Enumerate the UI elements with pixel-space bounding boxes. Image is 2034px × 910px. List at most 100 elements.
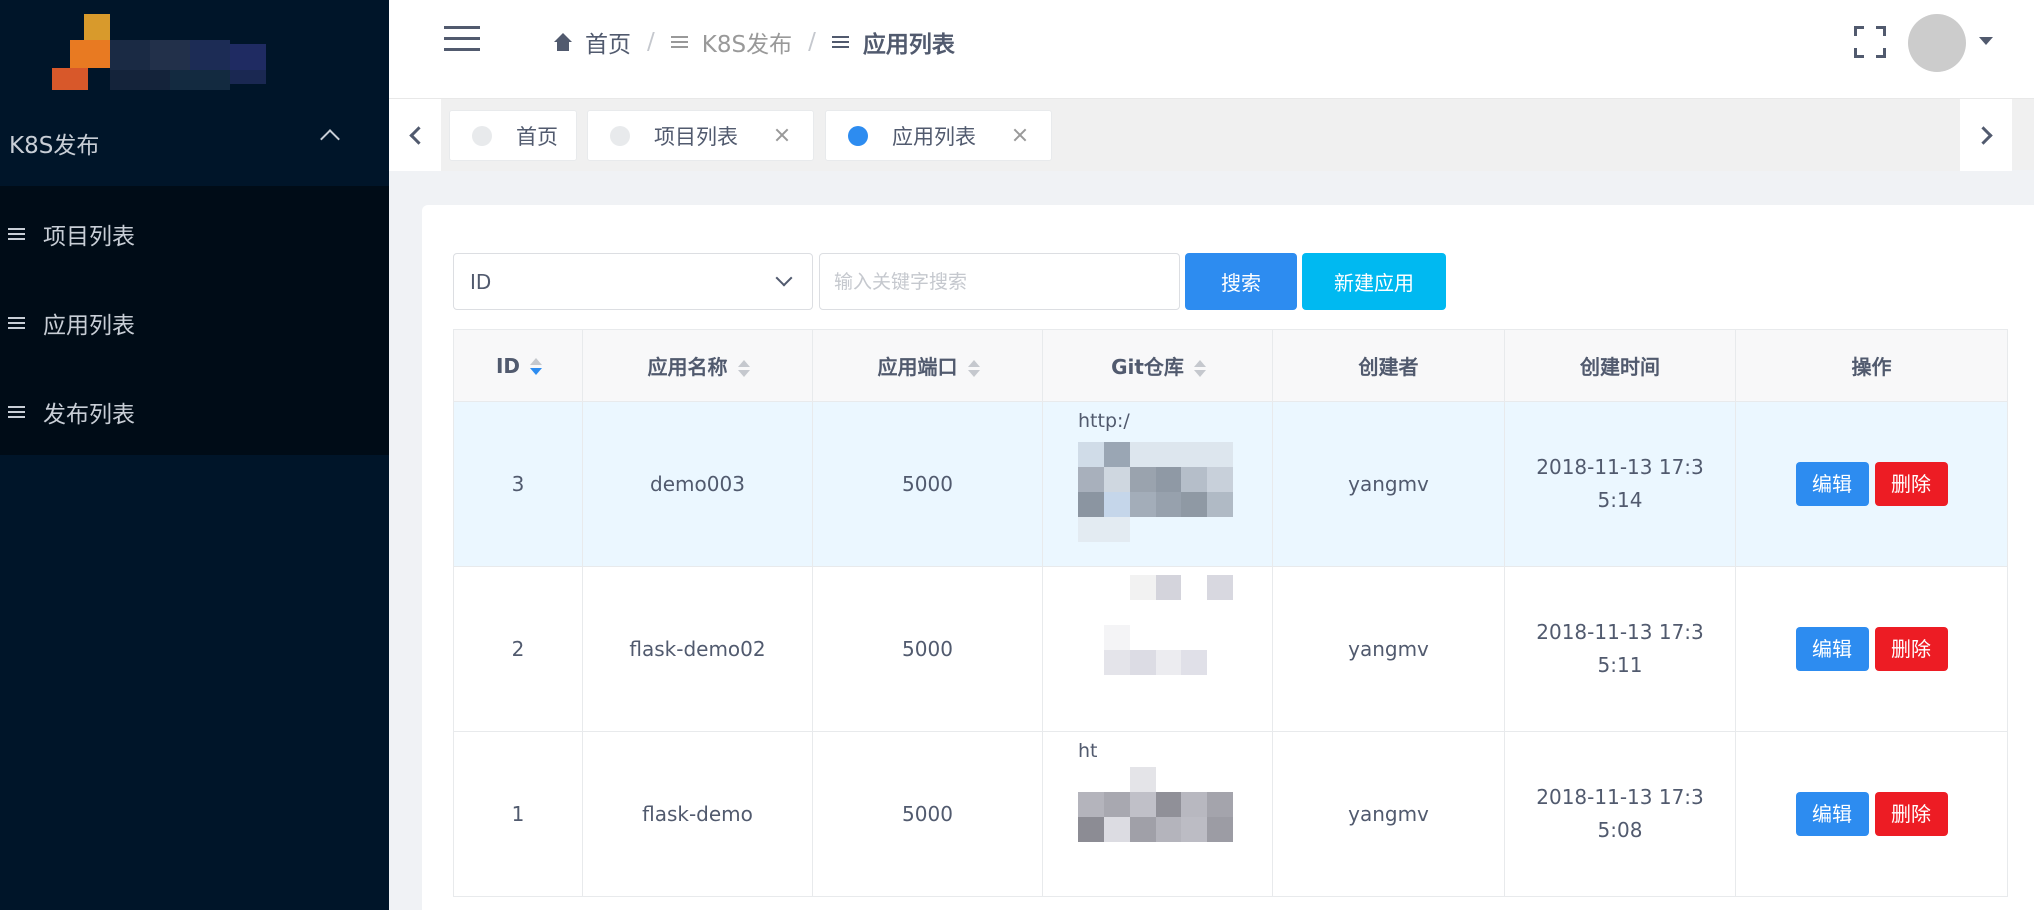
tag-dot-icon (610, 125, 630, 146)
sidebar-item-projects[interactable]: 项目列表 (0, 189, 389, 278)
delete-button[interactable]: 删除 (1874, 627, 1948, 671)
sort-icon[interactable] (737, 359, 750, 379)
tags-scroll: 首页 项目列表 应用列表 (441, 99, 1960, 171)
sort-icon[interactable] (530, 357, 543, 377)
select-value: ID (470, 269, 492, 294)
cell-id: 1 (453, 731, 583, 897)
cell-name: flask-demo (582, 731, 813, 897)
col-header-port[interactable]: 应用端口 (812, 329, 1043, 402)
cell-creator: yangmv (1272, 731, 1505, 897)
search-field-select[interactable]: ID (453, 253, 813, 310)
table-row: 2 flask-demo02 5000 htt yangmv 2018-11-1… (453, 566, 2008, 732)
tags-bar: 首页 项目列表 应用列表 (389, 98, 2034, 171)
git-url: ht (1078, 740, 1098, 762)
tag-home[interactable]: 首页 (449, 110, 577, 161)
edit-button[interactable]: 编辑 (1795, 627, 1869, 671)
col-header-id[interactable]: ID (453, 329, 583, 402)
bars-icon (8, 227, 25, 240)
tag-apps[interactable]: 应用列表 (825, 110, 1052, 161)
cell-id: 2 (453, 566, 583, 732)
cell-creator: yangmv (1272, 401, 1505, 567)
breadcrumb-home[interactable]: 首页 (585, 25, 631, 59)
header: 首页 / K8S发布 / 应用列表 (389, 0, 2034, 98)
git-url: http:/ (1078, 410, 1130, 432)
cell-name: demo003 (582, 401, 813, 567)
breadcrumb-separator: / (808, 29, 816, 55)
delete-button[interactable]: 删除 (1874, 792, 1948, 836)
search-input[interactable] (819, 253, 1180, 310)
cell-name: flask-demo02 (582, 566, 813, 732)
cell-git: htt (1042, 566, 1273, 732)
redacted-mosaic (1078, 767, 1233, 867)
tag-label: 首页 (516, 124, 558, 149)
cell-created: 2018-11-13 17:3 5:14 (1504, 401, 1736, 567)
sidebar-item-releases[interactable]: 发布列表 (0, 367, 389, 456)
bars-icon (831, 36, 849, 48)
chevron-left-icon (408, 125, 428, 145)
breadcrumb: 首页 / K8S发布 / 应用列表 (553, 24, 955, 60)
caret-down-icon[interactable] (1979, 37, 1993, 45)
submenu: 项目列表 应用列表 发布列表 (0, 186, 389, 455)
col-header-creator: 创建者 (1272, 329, 1505, 402)
breadcrumb-k8s: K8S发布 (701, 32, 793, 58)
menu-group-k8s[interactable]: K8S发布 (0, 100, 389, 186)
cell-port: 5000 (812, 731, 1043, 897)
redacted-mosaic (1078, 442, 1233, 542)
edit-button[interactable]: 编辑 (1795, 462, 1869, 506)
menu-group-label: K8S发布 (9, 133, 100, 159)
cell-id: 3 (453, 401, 583, 567)
home-icon (553, 33, 573, 51)
cell-port: 5000 (812, 401, 1043, 567)
chevron-right-icon (1973, 125, 1993, 145)
tags-prev-button[interactable] (389, 99, 441, 171)
cell-creator: yangmv (1272, 566, 1505, 732)
col-header-actions: 操作 (1735, 329, 2008, 402)
search-button[interactable]: 搜索 (1185, 253, 1297, 310)
bars-icon (8, 316, 25, 329)
table-row: 1 flask-demo 5000 ht yangmv 2018-11-13 1… (453, 731, 2008, 897)
cell-actions: 编辑 删除 (1735, 566, 2008, 732)
chevron-up-icon (320, 129, 340, 149)
col-header-git[interactable]: Git仓库 (1042, 329, 1273, 402)
cell-git: ht (1042, 731, 1273, 897)
cell-created: 2018-11-13 17:3 5:08 (1504, 731, 1736, 897)
cell-git: http:/ (1042, 401, 1273, 567)
col-header-created: 创建时间 (1504, 329, 1736, 402)
sidebar-item-label: 项目列表 (43, 223, 135, 250)
table-header-row: ID 应用名称 应用端口 Git仓库 创建者 创建时间 操作 (453, 329, 2008, 402)
sidebar: K8S发布 项目列表 应用列表 发布列表 (0, 0, 389, 910)
logo (44, 10, 294, 90)
col-header-name[interactable]: 应用名称 (582, 329, 813, 402)
sort-icon[interactable] (1193, 359, 1206, 379)
tags-next-button[interactable] (1960, 99, 2012, 171)
close-icon[interactable] (773, 126, 791, 144)
cell-actions: 编辑 删除 (1735, 731, 2008, 897)
fullscreen-icon[interactable] (1854, 26, 1886, 58)
sidebar-item-label: 应用列表 (43, 312, 135, 339)
edit-button[interactable]: 编辑 (1795, 792, 1869, 836)
chevron-down-icon (775, 269, 793, 287)
tag-dot-icon (472, 125, 492, 146)
breadcrumb-separator: / (647, 29, 655, 55)
redacted-mosaic (1078, 575, 1233, 675)
delete-button[interactable]: 删除 (1874, 462, 1948, 506)
avatar[interactable] (1908, 14, 1966, 72)
bars-icon (8, 405, 25, 418)
table-row: 3 demo003 5000 http:/ yangmv 2018-11-13 … (453, 401, 2008, 567)
tag-projects[interactable]: 项目列表 (587, 110, 814, 161)
sidebar-item-apps[interactable]: 应用列表 (0, 278, 389, 367)
bars-icon (670, 36, 688, 48)
sidebar-item-label: 发布列表 (43, 401, 135, 428)
apps-table: ID 应用名称 应用端口 Git仓库 创建者 创建时间 操作 3 demo003… (453, 329, 2008, 897)
cell-port: 5000 (812, 566, 1043, 732)
cell-created: 2018-11-13 17:3 5:11 (1504, 566, 1736, 732)
sort-icon[interactable] (967, 359, 980, 379)
tag-label: 应用列表 (892, 124, 976, 149)
new-app-button[interactable]: 新建应用 (1302, 253, 1446, 310)
menu-toggle-icon[interactable] (444, 26, 480, 52)
cell-actions: 编辑 删除 (1735, 401, 2008, 567)
breadcrumb-current: 应用列表 (862, 32, 955, 58)
close-icon[interactable] (1011, 126, 1029, 144)
tag-label: 项目列表 (654, 124, 738, 149)
tag-dot-icon (848, 125, 868, 146)
